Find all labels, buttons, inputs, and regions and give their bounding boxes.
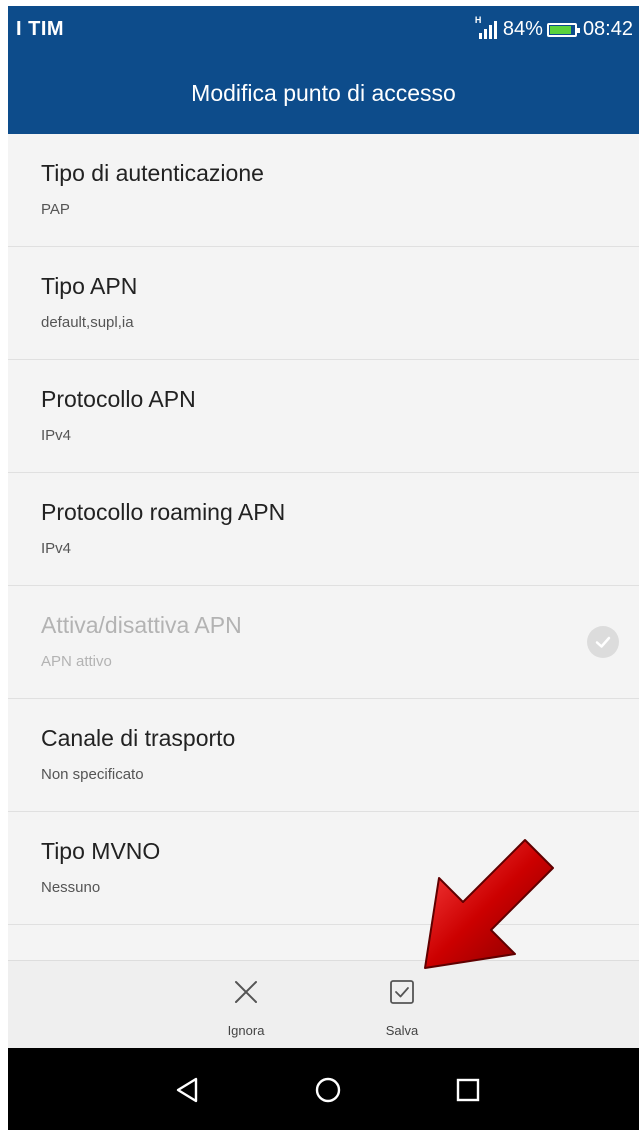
save-button[interactable]: Salva xyxy=(362,975,442,1038)
navigation-bar xyxy=(8,1048,639,1130)
setting-apn-type[interactable]: Tipo APN default,supl,ia xyxy=(8,247,639,360)
setting-title: Canale di trasporto xyxy=(41,725,236,751)
status-bar: I TIM H 84% 08:42 xyxy=(8,6,639,56)
setting-apn-toggle: Attiva/disattiva APN APN attivo xyxy=(8,586,639,699)
setting-title: Attiva/disattiva APN xyxy=(41,612,242,638)
page-title: Modifica punto di accesso xyxy=(191,79,456,106)
setting-title: Protocollo roaming APN xyxy=(41,499,286,525)
setting-roaming-protocol[interactable]: Protocollo roaming APN IPv4 xyxy=(8,473,639,586)
phone-screen: I TIM H 84% 08:42 Modifica punto di acce… xyxy=(8,6,639,1130)
recent-square-icon xyxy=(456,1078,480,1102)
setting-title: Tipo MVNO xyxy=(41,838,161,864)
signal-icon: H xyxy=(475,15,497,39)
carrier-name: I TIM xyxy=(16,18,65,40)
status-indicators: H 84% 08:42 xyxy=(475,15,633,41)
setting-title: Tipo APN xyxy=(41,273,138,299)
setting-value: PAP xyxy=(41,201,70,218)
setting-title: Protocollo APN xyxy=(41,386,196,412)
ignore-button[interactable]: Ignora xyxy=(206,975,286,1038)
setting-apn-protocol[interactable]: Protocollo APN IPv4 xyxy=(8,360,639,473)
back-triangle-icon xyxy=(176,1077,198,1103)
setting-title: Tipo di autenticazione xyxy=(41,160,264,186)
clock: 08:42 xyxy=(582,18,633,40)
home-circle-icon xyxy=(315,1077,341,1103)
setting-auth-type[interactable]: Tipo di autenticazione PAP xyxy=(8,134,639,247)
setting-value: Nessuno xyxy=(41,879,101,896)
setting-value: APN attivo xyxy=(41,653,112,670)
check-icon xyxy=(587,626,619,658)
red-arrow-annotation xyxy=(424,839,554,969)
app-header: Modifica punto di accesso xyxy=(8,56,639,134)
setting-value: Non specificato xyxy=(41,766,144,783)
close-icon xyxy=(206,975,286,1009)
save-label: Salva xyxy=(385,1023,419,1038)
battery-percent: 84% xyxy=(502,18,543,40)
home-button[interactable] xyxy=(310,1072,346,1108)
setting-value: default,supl,ia xyxy=(41,314,134,331)
setting-value: IPv4 xyxy=(41,540,72,557)
setting-value: IPv4 xyxy=(41,427,72,444)
battery-icon xyxy=(546,22,580,37)
checkbox-checked-icon xyxy=(362,975,442,1009)
ignore-label: Ignora xyxy=(227,1023,265,1038)
back-button[interactable] xyxy=(170,1072,206,1108)
network-type-label: H xyxy=(474,14,482,25)
setting-transport-channel[interactable]: Canale di trasporto Non specificato xyxy=(8,699,639,812)
recent-apps-button[interactable] xyxy=(450,1072,486,1108)
